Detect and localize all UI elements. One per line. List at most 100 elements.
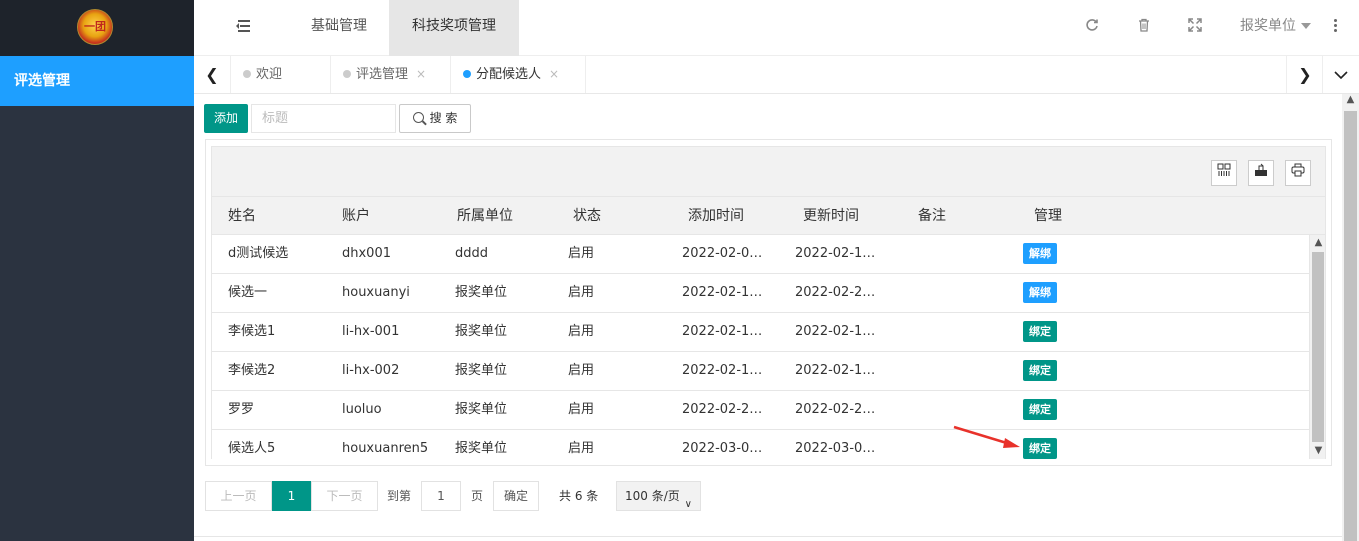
unbind-button[interactable]: 解绑 [1023,243,1057,264]
table-scrollbar[interactable]: ▲ ▼ [1309,235,1325,459]
cell-added-time: 2022-02-1… [682,363,763,378]
divider [194,536,1342,537]
cell-name: d测试候选 [228,246,289,261]
scroll-thumb[interactable] [1312,252,1324,442]
cell-status: 启用 [568,285,595,300]
bind-button[interactable]: 绑定 [1023,399,1057,420]
cell-unit: dddd [455,246,489,261]
tab-review-management[interactable]: 评选管理 × [331,56,451,93]
cell-updated-time: 2022-02-1… [795,324,876,339]
table-body: 候选人5 houxuanren5 报奖单位 启用 2022-03-0… 2022-03-0… [211,235,1326,459]
user-dropdown[interactable]: 报奖单位 [1240,0,1311,56]
goto-page-input[interactable] [421,481,461,511]
bind-button[interactable]: 绑定 [1023,360,1057,381]
cell-unit: 报奖单位 [455,324,508,339]
cell-name: 罗罗 [228,402,255,417]
fullscreen-icon[interactable] [1186,18,1204,36]
col-header-unit[interactable]: 所属单位 [457,197,513,236]
tab-dot-icon [343,70,351,78]
sidebar-item-review-management[interactable]: 评选管理 [0,56,194,106]
cell-name: 李候选1 [228,324,276,339]
page-size-select[interactable]: 100 条/页 ∨ [616,481,701,511]
col-header-name[interactable]: 姓名 [228,197,256,236]
scroll-up-icon[interactable]: ▲ [1342,94,1359,110]
tab-welcome[interactable]: 欢迎 [231,56,331,93]
table-row[interactable]: 罗罗 luoluo 报奖单位 启用 2022-02-2… 2022-02-2… 绑定 [212,391,1309,430]
refresh-icon[interactable] [1083,18,1101,36]
tab-dot-icon [243,70,251,78]
page-1-button[interactable]: 1 [272,481,311,511]
cell-account: houxuanyi [342,285,410,300]
cell-account: houxuanren5 [342,441,429,456]
cell-name: 候选人5 [228,441,276,456]
main-scrollbar[interactable]: ▲ [1342,94,1359,541]
cell-added-time: 2022-02-2… [682,402,763,417]
table-row[interactable]: 李候选1 li-hx-001 报奖单位 启用 2022-02-1… 2022-02-1… 绑… [212,313,1309,352]
scroll-up-icon[interactable]: ▲ [1310,235,1325,251]
title-search-input[interactable] [251,104,396,133]
cell-name: 候选一 [228,285,268,300]
search-button[interactable]: 搜 索 [399,104,471,133]
col-header-added-time[interactable]: 添加时间 [688,197,744,236]
more-icon[interactable] [1334,19,1338,33]
table-toolbar [211,146,1326,196]
trash-icon[interactable] [1135,18,1153,36]
export-icon[interactable] [1248,160,1274,186]
table-row[interactable]: d测试候选 dhx001 dddd 启用 2022-02-0… 2022-02-1… 解绑 [212,235,1309,274]
close-icon[interactable]: × [549,67,559,81]
cell-status: 启用 [568,246,595,261]
scroll-thumb[interactable] [1344,111,1357,541]
scroll-down-icon[interactable]: ▼ [1310,443,1325,459]
cell-added-time: 2022-02-1… [682,285,763,300]
cell-updated-time: 2022-02-1… [795,363,876,378]
tab-scroll-left-icon[interactable]: ❮ [194,56,231,93]
add-button[interactable]: 添加 [204,104,248,133]
goto-label: 到第 [387,489,412,503]
col-header-status[interactable]: 状态 [573,197,601,236]
tab-label: 分配候选人 [476,67,542,82]
cell-status: 启用 [568,363,595,378]
table-header: 姓名 账户 所属单位 状态 添加时间 更新时间 备注 管理 [211,196,1326,235]
columns-filter-icon[interactable] [1211,160,1237,186]
chevron-down-icon: ∨ [684,499,692,510]
nav-basic-management[interactable]: 基础管理 [289,0,389,56]
table-row[interactable]: 候选人5 houxuanren5 报奖单位 启用 2022-03-0… 2022-03-0… [212,430,1309,459]
logo[interactable]: 一团 [77,9,113,45]
cell-added-time: 2022-02-1… [682,324,763,339]
cell-unit: 报奖单位 [455,285,508,300]
tab-scroll-right-icon[interactable]: ❯ [1286,56,1323,93]
logo-area: 一团 [0,0,194,56]
table-row[interactable]: 李候选2 li-hx-002 报奖单位 启用 2022-02-1… 2022-02-1… 绑… [212,352,1309,391]
tab-label: 欢迎 [256,67,283,82]
cell-account: luoluo [342,402,382,417]
cell-status: 启用 [568,324,595,339]
cell-updated-time: 2022-02-2… [795,285,876,300]
cell-account: li-hx-002 [342,363,400,378]
cell-unit: 报奖单位 [455,441,508,456]
tab-assign-candidates[interactable]: 分配候选人 × [451,56,586,93]
goto-confirm-button[interactable]: 确定 [493,481,539,511]
page-size-value: 100 条/页 [625,489,680,503]
search-button-label: 搜 索 [429,111,458,125]
bind-button[interactable]: 绑定 [1023,321,1057,342]
cell-unit: 报奖单位 [455,402,508,417]
tab-label: 评选管理 [356,67,409,82]
bind-button[interactable]: 绑定 [1023,438,1057,459]
menu-toggle-icon[interactable] [236,20,250,32]
print-icon[interactable] [1285,160,1311,186]
total-count: 共 6 条 [559,489,599,503]
tab-dot-icon [463,70,471,78]
col-header-updated-time[interactable]: 更新时间 [803,197,859,236]
unbind-button[interactable]: 解绑 [1023,282,1057,303]
nav-tech-award-management[interactable]: 科技奖项管理 [389,0,519,56]
prev-page-button[interactable]: 上一页 [205,481,272,511]
table-row[interactable]: 候选一 houxuanyi 报奖单位 启用 2022-02-1… 2022-02-2… 解绑 [212,274,1309,313]
cell-status: 启用 [568,441,595,456]
next-page-button[interactable]: 下一页 [311,481,378,511]
close-icon[interactable]: × [416,67,426,81]
col-header-manage[interactable]: 管理 [1034,197,1062,236]
col-header-account[interactable]: 账户 [342,197,370,236]
col-header-note[interactable]: 备注 [918,197,946,236]
cell-updated-time: 2022-02-1… [795,246,876,261]
tab-menu-chevron-down-icon[interactable] [1322,56,1359,93]
